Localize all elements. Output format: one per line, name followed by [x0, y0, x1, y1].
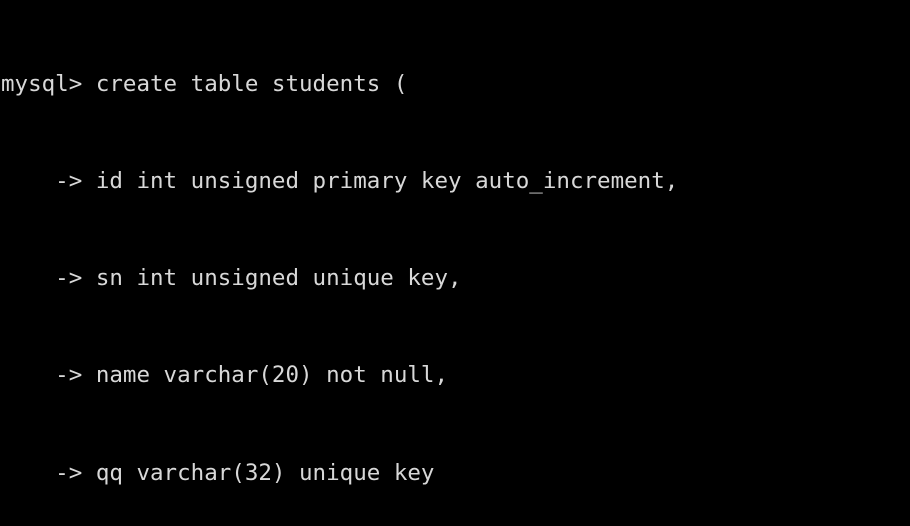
terminal-line-column-def-name: -> name varchar(20) not null, — [1, 362, 449, 389]
terminal-line-column-def-qq: -> qq varchar(32) unique key — [1, 459, 435, 486]
terminal-line-column-def-sn: -> sn int unsigned unique key, — [1, 265, 462, 292]
terminal-line-column-def-id: -> id int unsigned primary key auto_incr… — [1, 168, 679, 195]
terminal-output[interactable]: mysql> create table students ( -> id int… — [0, 0, 910, 526]
terminal-line-create-table-command: mysql> create table students ( — [1, 70, 408, 97]
